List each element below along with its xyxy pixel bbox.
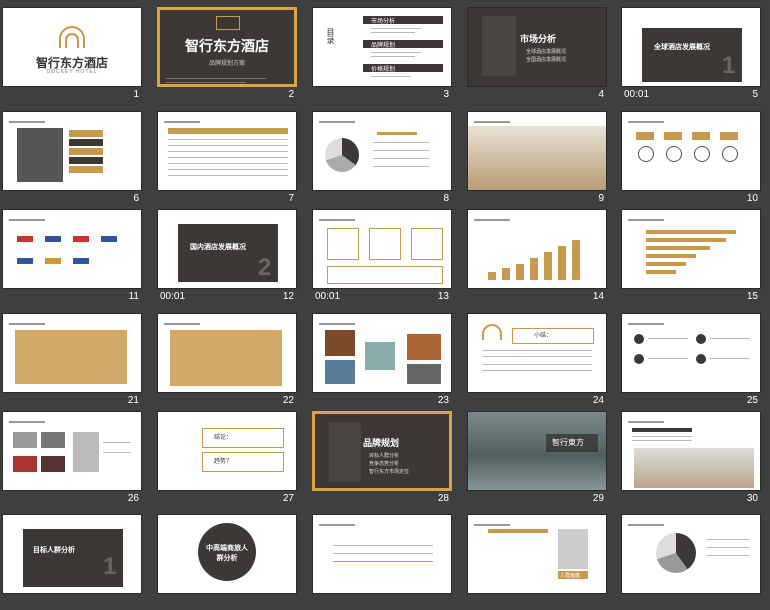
slide-thumbnail-29[interactable]: 智行東方 29 bbox=[467, 411, 607, 507]
slide-thumbnail-7[interactable]: 7 bbox=[157, 111, 297, 207]
slide-thumbnail-28[interactable]: 品牌规划 目标人群分析 竞争态势分析 智行东方市场定位 28 bbox=[312, 411, 452, 507]
slide-thumbnail-26[interactable]: 26 bbox=[2, 411, 142, 507]
slide-thumbnail-31[interactable]: 目标人群分析 1 bbox=[2, 514, 142, 610]
toc-item-2: 品牌规划 bbox=[371, 43, 396, 49]
pie-chart-icon bbox=[656, 533, 696, 573]
hotel-logo-icon bbox=[216, 16, 240, 30]
cover-title: 智行东方酒店 bbox=[185, 38, 269, 54]
slide-thumbnail-12[interactable]: 国内酒店发展概况 2 00:01 12 bbox=[157, 209, 297, 305]
slide-thumbnail-27[interactable]: 结论： 趋势？ 27 bbox=[157, 411, 297, 507]
slide-thumbnail-21[interactable]: 21 bbox=[2, 313, 142, 409]
slide-thumbnail-9[interactable]: 9 bbox=[467, 111, 607, 207]
slide-thumbnail-24[interactable]: 小结： 24 bbox=[467, 313, 607, 409]
slide-number: 3 bbox=[443, 89, 449, 100]
slide-thumbnail-25[interactable]: 25 bbox=[621, 313, 761, 409]
cover-subtitle: 品牌规划方案 bbox=[208, 61, 245, 67]
slide-thumbnail-3[interactable]: 目录 市场分析 品牌规划 价格规划 3 bbox=[312, 7, 452, 103]
slide-thumbnail-30[interactable]: 30 bbox=[621, 411, 761, 507]
slide-thumbnail-13[interactable]: 00:01 13 bbox=[312, 209, 452, 305]
brand-subtitle: ODCKEY HOTEL bbox=[46, 69, 98, 75]
slide-thumbnail-11[interactable]: 11 bbox=[2, 209, 142, 305]
slide-thumbnail-35[interactable] bbox=[621, 514, 761, 610]
pie-chart-icon bbox=[325, 138, 359, 172]
slide-timing: 00:01 bbox=[624, 89, 650, 100]
slide-thumbnail-5[interactable]: 全球酒店发展概况 1 00:01 5 bbox=[621, 7, 761, 103]
slide-thumbnail-8[interactable]: 8 bbox=[312, 111, 452, 207]
slide-thumbnail-32[interactable]: 中高端商旅人群分析 bbox=[157, 514, 297, 610]
hotel-logo-inner-icon bbox=[65, 33, 79, 48]
toc-title: 目录 bbox=[326, 28, 335, 44]
section-title: 市场分析 bbox=[520, 34, 557, 44]
slide-thumbnail-34[interactable]: 人群画像 bbox=[467, 514, 607, 610]
slide-thumbnail-14[interactable]: 14 bbox=[467, 209, 607, 305]
slide-thumbnail-4[interactable]: 市场分析 全球酒店发展概况 全国酒店发展概况 4 bbox=[467, 7, 607, 103]
slide-thumbnail-22[interactable]: 22 bbox=[157, 313, 297, 409]
slide-thumbnail-23[interactable]: 23 bbox=[312, 313, 452, 409]
slide-thumbnail-6[interactable]: 6 bbox=[2, 111, 142, 207]
city-photo bbox=[17, 128, 63, 182]
toc-item-3: 价格规划 bbox=[371, 67, 396, 73]
slide-thumbnail-10[interactable]: 10 bbox=[621, 111, 761, 207]
slide-number: 1 bbox=[133, 89, 139, 100]
interior-photo bbox=[634, 448, 754, 488]
toc-item-1: 市场分析 bbox=[371, 19, 396, 25]
calligraphy-image bbox=[482, 16, 516, 76]
slide-thumbnail-2[interactable]: 智行东方酒店 品牌规划方案 2 bbox=[157, 7, 297, 103]
slide-number: 5 bbox=[752, 89, 758, 100]
slide-thumbnail-15[interactable]: 15 bbox=[621, 209, 761, 305]
slide-number: 4 bbox=[598, 89, 604, 100]
slide-thumbnail-1[interactable]: 智行东方酒店 ODCKEY HOTEL 1 bbox=[2, 7, 142, 103]
skyline-photo bbox=[468, 126, 606, 190]
slide-number: 2 bbox=[288, 89, 294, 100]
slide-thumbnail-33[interactable] bbox=[312, 514, 452, 610]
